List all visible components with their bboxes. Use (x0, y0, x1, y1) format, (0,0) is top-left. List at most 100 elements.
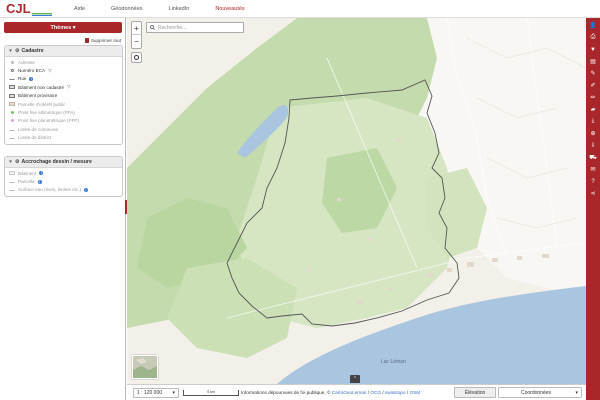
layer-label: Surface eau (rives, limites etc.) (18, 187, 82, 193)
scalebar-label: 5 km (207, 390, 215, 394)
remove-all-label: Supprimer tout (90, 38, 121, 43)
layer-item[interactable]: Rue i (5, 75, 122, 83)
attribution-link[interactable]: CartoGeoLeman (332, 390, 367, 395)
elevation-button[interactable]: Élévation (454, 387, 496, 398)
layer-item[interactable]: Point fixe planimétrique (PFP) (5, 117, 122, 125)
layer-item[interactable]: Parcelle d'intérêt public (5, 100, 122, 108)
info-icon[interactable]: i (37, 179, 42, 184)
layer-panel: Thèmes ▾ Supprimer tout ▾ ⚙ Cadastre Adr… (0, 18, 126, 400)
zoom-control: + − (131, 21, 142, 49)
locate-button[interactable] (131, 52, 142, 63)
layer-label: Point fixe altimétrique (PFA) (18, 110, 75, 116)
group-header-cadastre[interactable]: ▾ ⚙ Cadastre (5, 46, 122, 57)
layer-label: Bâtiment provisoire (18, 93, 58, 99)
layer-label: Adresse (18, 59, 35, 65)
mail-icon[interactable]: ✉ (586, 164, 600, 175)
layer-label: Point fixe planimétrique (PFP) (18, 118, 80, 124)
layer-symbol-icon (9, 128, 15, 131)
coordinates-label: Coordonnées (521, 389, 552, 396)
layer-symbol-icon (9, 102, 15, 107)
layer-label: Numéro ECA (18, 68, 46, 74)
gear-icon[interactable]: ⚙ (15, 48, 19, 54)
filter-icon[interactable]: ▼ (586, 44, 600, 55)
scale-select[interactable]: 1 : 120 000 ▾ (133, 387, 179, 398)
help-icon[interactable]: ? (586, 176, 600, 187)
target-icon (134, 55, 139, 60)
nav-aide[interactable]: Aide (74, 6, 85, 12)
attribution-link[interactable]: swisstopo (385, 390, 406, 395)
info-icon[interactable]: i (29, 76, 34, 81)
nav-nouveautes[interactable]: Nouveautés (215, 6, 244, 12)
logo-text: CJL (6, 1, 31, 16)
pencil-icon[interactable]: ✎ (586, 68, 600, 79)
layer-item[interactable]: Adresse (5, 58, 122, 66)
background-map-switcher[interactable] (132, 355, 158, 379)
zoom-icon[interactable]: ⊕ (586, 128, 600, 139)
filter-icon[interactable]: ▽ (67, 84, 70, 90)
layer-symbol-icon (10, 69, 14, 73)
lake-label: Lac Léman (381, 359, 406, 365)
chevron-down-icon[interactable]: ▾ (8, 48, 13, 54)
layer-symbol-icon (10, 119, 14, 123)
zoom-out-button[interactable]: − (132, 35, 141, 48)
layer-label: Rue (18, 76, 27, 82)
bottom-bar: 1 : 120 000 ▾ 5 km Informations dépourvu… (127, 384, 586, 400)
trash-icon (84, 38, 89, 43)
zoom-in-button[interactable]: + (132, 22, 141, 35)
info-icon[interactable]: i (39, 171, 44, 176)
layer-item[interactable]: Bâtiment non cadastré ▽ (5, 83, 122, 91)
filter-icon[interactable]: ▽ (48, 68, 51, 74)
layer-item[interactable]: Bâtiment i (5, 169, 122, 177)
layer-symbol-icon (9, 77, 15, 81)
layer-label: Limite de district (18, 135, 52, 141)
export-icon[interactable]: ⇩ (586, 140, 600, 151)
layer-symbol-icon (9, 171, 15, 176)
cart-icon[interactable]: ⛟ (586, 152, 600, 163)
folder-icon[interactable]: ▰ (586, 104, 600, 115)
chevron-down-icon[interactable]: ▾ (8, 159, 13, 165)
group-header-accrochage[interactable]: ▾ ⚙ Accrochage dessin / mesure (5, 157, 122, 168)
chevron-down-icon: ▾ (575, 389, 578, 396)
layer-item[interactable]: Parcelle i (5, 177, 122, 185)
edit-icon[interactable]: ✏ (586, 92, 600, 103)
nav-linkedin[interactable]: LinkedIn (169, 6, 190, 12)
layer-item[interactable]: Surface eau (rives, limites etc.) i (5, 186, 122, 194)
layer-symbol-icon (9, 188, 15, 192)
attribution-prefix: Informations dépourvues de foi publique,… (241, 390, 332, 395)
attribution-link[interactable]: OSM (409, 390, 420, 395)
map-canvas[interactable]: Lac Léman (127, 18, 586, 384)
layer-group-accrochage: ▾ ⚙ Accrochage dessin / mesure Bâtiment i… (4, 156, 123, 198)
chevron-up-icon[interactable]: ⌃ (350, 375, 360, 383)
group-title: Accrochage dessin / mesure (21, 159, 92, 165)
layer-symbol-icon (10, 60, 14, 64)
themes-button[interactable]: Thèmes ▾ (4, 22, 122, 33)
layer-symbol-icon (9, 85, 15, 90)
layer-group-cadastre: ▾ ⚙ Cadastre Adresse Numéro ECA ▽ Rue i Bâtim… (4, 45, 123, 145)
layer-symbol-icon (10, 111, 14, 115)
nav-geodonnees[interactable]: Géodonnées (111, 6, 143, 12)
attribution-link[interactable]: OCG (370, 390, 381, 395)
search-box[interactable] (146, 22, 244, 33)
map-view[interactable]: Lac Léman (127, 18, 586, 384)
gear-icon[interactable]: ⚙ (15, 159, 19, 165)
layer-item[interactable]: Limite de district (5, 134, 122, 142)
layer-symbol-icon (9, 136, 15, 140)
share-icon[interactable]: ⋖ (586, 188, 600, 199)
layer-label: Parcelle d'intérêt public (18, 101, 66, 107)
coordinates-select[interactable]: Coordonnées ▾ (498, 387, 582, 398)
info-icon[interactable]: i (84, 187, 89, 192)
remove-all-button[interactable]: Supprimer tout (84, 38, 121, 43)
search-input[interactable] (158, 24, 238, 31)
layer-item[interactable]: Limite de commune (5, 125, 122, 133)
printer-icon[interactable]: ▤ (586, 56, 600, 67)
right-toolbar: 👤 ⎙ ▼ ▤ ✎ ✐ ✏ ▰ ⤓ ⊕ ⇩ ⛟ ✉ ? ⋖ (586, 18, 600, 400)
add-user-icon[interactable]: 👤 (586, 20, 600, 31)
print-icon[interactable]: ⎙ (586, 32, 600, 43)
cjl-logo[interactable]: CJL (4, 1, 54, 17)
layer-item[interactable]: Point fixe altimétrique (PFA) (5, 108, 122, 116)
layer-item[interactable]: Bâtiment provisoire (5, 92, 122, 100)
scale-bar: 5 km (183, 389, 239, 396)
download-icon[interactable]: ⤓ (586, 116, 600, 127)
draw-icon[interactable]: ✐ (586, 80, 600, 91)
layer-item[interactable]: Numéro ECA ▽ (5, 66, 122, 74)
